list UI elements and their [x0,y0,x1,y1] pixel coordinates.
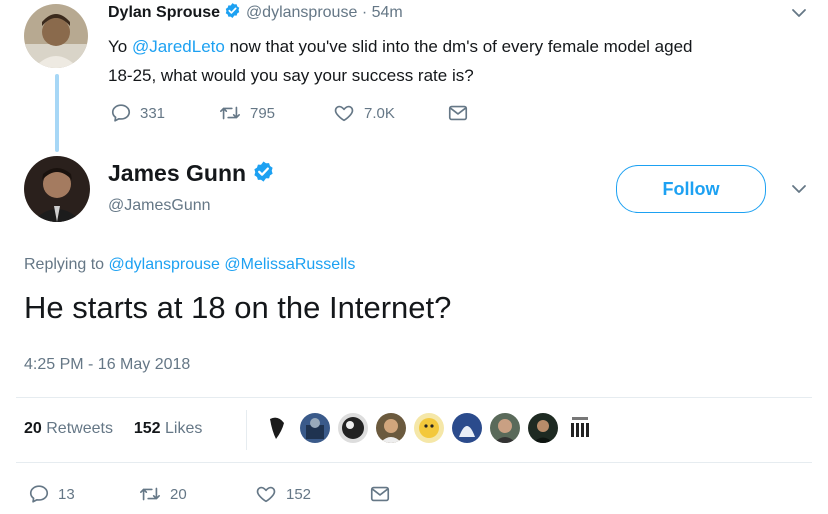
liker-avatar[interactable] [376,413,406,443]
retweets-stat[interactable]: 20 Retweets [24,420,113,437]
dm-icon [368,483,392,505]
retweet-icon [138,483,162,505]
main-retweet-button[interactable]: 20 [138,483,187,505]
retweets-stat-label: Retweets [46,420,113,437]
parent-tweet-header: Dylan Sprouse @dylansprouse · 54m [108,2,403,24]
stats-separator [246,410,247,450]
likes-stat-count: 152 [133,420,161,437]
parent-time[interactable]: 54m [372,4,403,21]
parent-retweet-button[interactable]: 795 [218,102,275,124]
parent-text-line-2: 18-25, what would you say your success r… [108,66,474,85]
likes-stat[interactable]: 152 Likes [134,420,203,437]
divider-top [16,397,812,398]
main-like-count: 152 [286,485,312,503]
header-separator: · [361,4,368,22]
parent-author-name[interactable]: Dylan Sprouse [108,4,220,21]
dm-icon [446,102,470,124]
replying-to-link[interactable]: @dylansprouse [109,256,220,273]
liker-avatar[interactable] [338,413,368,443]
james-gunn-avatar[interactable] [24,156,90,222]
parent-handle[interactable]: @dylansprouse [246,4,357,21]
main-action-bar: 13 20 152 [28,483,408,509]
likes-stat-label: Likes [165,420,203,437]
main-author-block: James Gunn @JamesGunn [108,160,275,215]
main-chevron-down-icon[interactable] [788,180,810,203]
replying-to-link[interactable]: @MelissaRussells [224,256,355,273]
liker-avatar[interactable] [300,413,330,443]
parent-reply-count: 331 [140,104,166,122]
verified-icon [224,2,241,24]
main-retweet-count: 20 [170,485,187,503]
parent-dm-button[interactable] [446,102,470,124]
mention-link[interactable]: @JaredLeto [132,37,225,56]
main-reply-button[interactable]: 13 [28,483,75,505]
parent-like-count: 7.0K [364,104,395,122]
verified-icon [252,160,275,189]
parent-like-button[interactable]: 7.0K [332,102,395,124]
liker-avatar[interactable] [490,413,520,443]
parent-action-bar: 331 795 7.0K [110,102,490,128]
main-handle[interactable]: @JamesGunn [108,197,275,215]
parent-chevron-down-icon[interactable] [788,4,810,27]
retweet-icon [218,102,242,124]
thread-connector-line [55,74,59,152]
dylan-avatar[interactable] [24,4,88,68]
parent-tweet-text: Yo @JaredLeto now that you've slid into … [108,32,808,90]
main-author-name[interactable]: James Gunn [108,160,246,186]
like-icon [254,483,278,505]
main-dm-button[interactable] [368,483,392,505]
parent-retweet-count: 795 [250,104,276,122]
liker-avatar[interactable] [452,413,482,443]
liker-avatar[interactable] [566,413,596,443]
reply-icon [110,102,132,124]
like-icon [332,102,356,124]
liker-avatar[interactable] [528,413,558,443]
liker-avatar[interactable] [262,413,292,443]
liker-avatars [262,413,596,443]
liker-avatar[interactable] [414,413,444,443]
parent-text-line-1: Yo @JaredLeto now that you've slid into … [108,37,693,56]
reply-icon [28,483,50,505]
divider-bottom [16,462,812,463]
main-tweet-text: He starts at 18 on the Internet? [24,290,452,325]
replying-to-line: Replying to @dylansprouse @MelissaRussel… [24,256,355,274]
engagement-stats: 20 Retweets 152 Likes [24,420,202,438]
tweet-timestamp[interactable]: 4:25 PM - 16 May 2018 [24,356,190,374]
parent-reply-button[interactable]: 331 [110,102,165,124]
main-reply-count: 13 [58,485,75,503]
follow-button[interactable]: Follow [616,165,766,213]
replying-to-label: Replying to [24,256,105,273]
retweets-stat-count: 20 [24,420,42,437]
main-like-button[interactable]: 152 [254,483,311,505]
